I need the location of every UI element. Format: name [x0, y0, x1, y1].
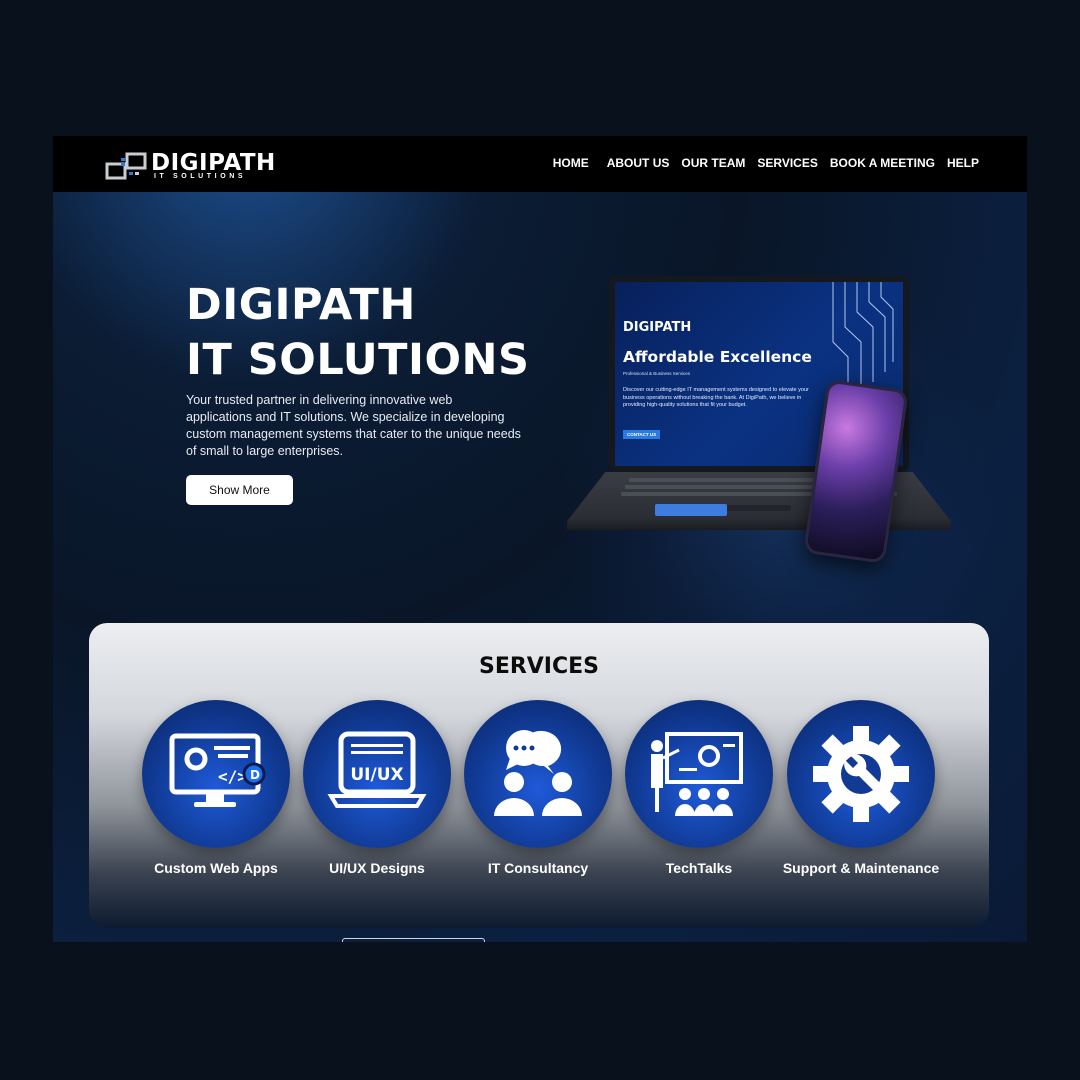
hero-description: Your trusted partner in delivering innov…: [186, 393, 521, 458]
logo-mark-icon: [105, 152, 147, 180]
services-section: SERVICES </> D Custom Web Apps UI/UX UI/…: [89, 623, 989, 928]
laptop-logo: DIGIPATH: [623, 320, 692, 335]
service-label: TechTalks: [665, 860, 733, 876]
hero-title: DIGIPATH IT SOLUTIONS: [186, 278, 529, 388]
laptop-subline: Professional & Business Services: [623, 371, 691, 376]
nav-our-team[interactable]: OUR TEAM: [681, 156, 745, 170]
nav-home[interactable]: HOME: [553, 156, 589, 170]
show-more-button[interactable]: Show More: [186, 475, 293, 505]
website-frame: DIGIPATH IT SOLUTIONS HOME ABOUT US OUR …: [53, 136, 1027, 942]
laptop-headline: Affordable Excellence: [623, 348, 812, 366]
uiux-laptop-icon[interactable]: UI/UX: [303, 700, 451, 848]
service-uiux-designs[interactable]: UI/UX UI/UX Designs: [287, 700, 467, 876]
nav-help[interactable]: HELP: [947, 156, 979, 170]
laptop-contact-button: CONTACT US: [623, 430, 661, 439]
svg-text:</>: </>: [218, 767, 247, 786]
hero-title-line1: DIGIPATH: [186, 280, 416, 330]
svg-text:D: D: [250, 768, 260, 782]
nav-menu: HOME ABOUT US OUR TEAM SERVICES BOOK A M…: [553, 156, 979, 170]
hero-title-line2: IT SOLUTIONS: [186, 335, 530, 385]
brand-subtitle: IT SOLUTIONS: [154, 173, 247, 180]
brand-logo[interactable]: DIGIPATH IT SOLUTIONS: [105, 150, 275, 182]
nav-book-a-meeting[interactable]: BOOK A MEETING: [830, 156, 935, 170]
web-app-icon[interactable]: </> D: [142, 700, 290, 848]
service-it-consultancy[interactable]: IT Consultancy: [448, 700, 628, 876]
navbar: DIGIPATH IT SOLUTIONS HOME ABOUT US OUR …: [53, 136, 1027, 192]
service-label: Support & Maintenance: [782, 860, 940, 876]
service-custom-web-apps[interactable]: </> D Custom Web Apps: [126, 700, 306, 876]
gear-wrench-icon[interactable]: [787, 700, 935, 848]
service-techtalks[interactable]: TechTalks: [609, 700, 789, 876]
service-label: UI/UX Designs: [329, 860, 425, 876]
svg-text:UI/UX: UI/UX: [350, 765, 403, 785]
service-support-maintenance[interactable]: Support & Maintenance: [771, 700, 951, 876]
nav-about-us[interactable]: ABOUT US: [607, 156, 670, 170]
nav-services[interactable]: SERVICES: [757, 156, 817, 170]
scroll-indicator[interactable]: [342, 938, 485, 942]
device-mockup: DIGIPATH Affordable Excellence Professio…: [567, 276, 957, 566]
presentation-icon[interactable]: [625, 700, 773, 848]
consultancy-chat-icon[interactable]: [464, 700, 612, 848]
laptop-body-text: Discover our cutting-edge IT management …: [623, 387, 809, 408]
service-label: Custom Web Apps: [154, 860, 278, 876]
service-label: IT Consultancy: [487, 860, 589, 876]
services-title: SERVICES: [478, 654, 600, 679]
